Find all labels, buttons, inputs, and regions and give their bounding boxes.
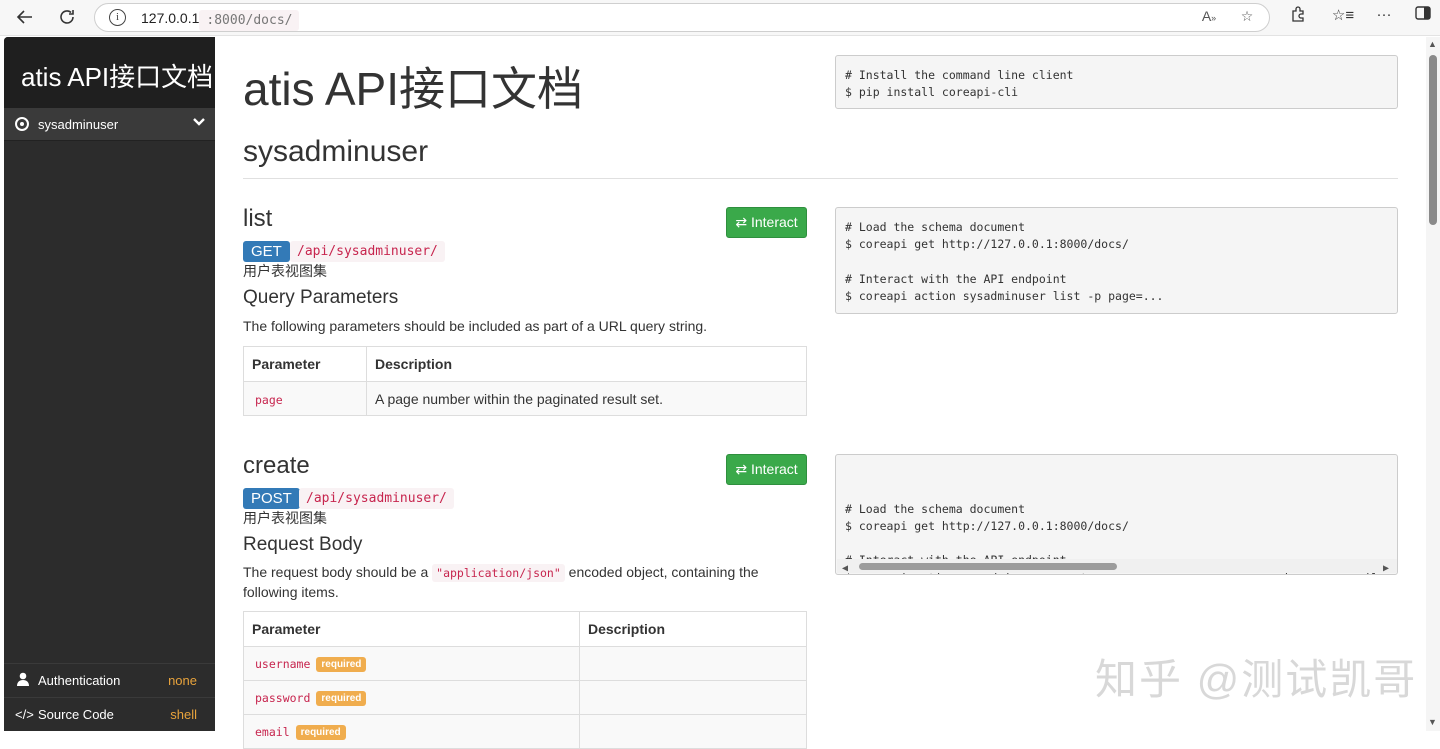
vertical-scrollbar[interactable]: ▲ ▼ <box>1426 37 1440 731</box>
query-parameters-text: The following parameters should be inclu… <box>243 318 708 334</box>
source-code-value: shell <box>170 706 197 722</box>
sidebar-source-code[interactable]: </> Source Code shell <box>4 697 215 730</box>
sidebar-item-sysadminuser[interactable]: sysadminuser <box>4 108 215 141</box>
sidebar-authentication[interactable]: Authentication none <box>4 663 215 696</box>
param-description <box>579 646 807 681</box>
table-header-description: Description <box>579 611 807 647</box>
horizontal-scrollbar[interactable]: ◀ ▶ <box>837 559 1397 574</box>
scroll-down-arrow-icon[interactable]: ▼ <box>1428 717 1437 727</box>
table-row: username required <box>243 646 807 681</box>
section-divider <box>243 178 1398 179</box>
param-name: page <box>255 392 283 407</box>
scroll-right-arrow-icon[interactable]: ▶ <box>1383 560 1389 574</box>
param-description <box>579 680 807 715</box>
param-description: A page number within the paginated resul… <box>366 381 807 416</box>
table-header-row: Parameter Description <box>243 611 807 647</box>
sidebar-toggle-icon[interactable] <box>1411 6 1435 28</box>
table-header-row: Parameter Description <box>243 346 807 382</box>
endpoint-path-create: /api/sysadminuser/ <box>299 488 454 509</box>
code-icon: </> <box>15 706 34 722</box>
target-circle-icon <box>15 117 29 131</box>
authentication-label: Authentication <box>38 672 121 688</box>
request-body-heading: Request Body <box>243 534 363 555</box>
sidebar-item-label: sysadminuser <box>38 116 119 132</box>
table-row: password required <box>243 680 807 715</box>
authentication-value: none <box>168 672 197 688</box>
content-type-code: "application/json" <box>432 564 565 582</box>
vertical-scroll-thumb[interactable] <box>1429 55 1437 225</box>
list-code-block: # Load the schema document $ coreapi get… <box>835 207 1398 314</box>
request-body-text-before: The request body should be a <box>243 564 433 580</box>
table-row: page A page number within the paginated … <box>243 381 807 416</box>
browser-toolbar: i 127.0.0.1:8000/docs/ A» ☆ ☆≡ ··· <box>0 0 1440 36</box>
required-badge: required <box>295 725 346 740</box>
extensions-icon[interactable] <box>1286 6 1310 28</box>
scroll-left-arrow-icon[interactable]: ◀ <box>842 560 848 574</box>
sidebar-brand[interactable]: atis API接口文档 <box>4 37 215 108</box>
address-bar[interactable]: i 127.0.0.1:8000/docs/ A» ☆ <box>94 3 1270 32</box>
favorite-star-icon[interactable]: ☆ <box>1236 8 1258 28</box>
read-aloud-icon[interactable]: A» <box>1198 8 1220 28</box>
watermark: 知乎 @测试凯哥 <box>1095 656 1418 703</box>
install-code-block: # Install the command line client $ pip … <box>835 55 1398 109</box>
page-title: atis API接口文档 <box>243 63 583 115</box>
method-badge-post: POST <box>243 488 300 509</box>
required-badge: required <box>316 657 367 672</box>
section-title: sysadminuser <box>243 135 429 168</box>
endpoint-description-create: 用户表视图集 <box>243 510 327 526</box>
query-parameters-heading: Query Parameters <box>243 287 399 308</box>
table-row: email required <box>243 714 807 749</box>
endpoint-title-list: list <box>243 205 273 232</box>
param-name: email <box>255 725 290 739</box>
table-header-parameter: Parameter <box>243 346 367 382</box>
url-path: :8000/docs/ <box>199 10 300 31</box>
request-body-text: The request body should be a "applicatio… <box>243 563 763 602</box>
back-arrow-icon[interactable] <box>12 5 38 29</box>
interact-button-list[interactable]: ⇄ Interact <box>726 207 807 238</box>
main-content: atis API接口文档 # Install the command line … <box>243 37 1399 749</box>
scroll-up-arrow-icon[interactable]: ▲ <box>1428 39 1437 49</box>
param-description <box>579 714 807 749</box>
request-body-table: Parameter Description username required p… <box>243 611 807 749</box>
horizontal-scroll-thumb[interactable] <box>859 563 1117 570</box>
site-info-icon[interactable]: i <box>109 9 126 26</box>
table-header-parameter: Parameter <box>243 611 580 647</box>
sidebar: atis API接口文档 sysadminuser Authentication… <box>4 37 215 731</box>
param-name: username <box>255 657 311 671</box>
more-menu-icon[interactable]: ··· <box>1372 6 1396 28</box>
interact-button-create[interactable]: ⇄ Interact <box>726 454 807 485</box>
chevron-down-icon[interactable] <box>193 116 205 130</box>
url-host: 127.0.0.1 <box>141 10 200 26</box>
endpoint-path-list: /api/sysadminuser/ <box>290 241 445 262</box>
endpoint-title-create: create <box>243 452 310 479</box>
refresh-icon[interactable] <box>54 5 80 29</box>
favorites-icon[interactable]: ☆≡ <box>1331 6 1355 28</box>
endpoint-description-list: 用户表视图集 <box>243 263 327 279</box>
required-badge: required <box>316 691 367 706</box>
user-icon <box>15 672 31 689</box>
source-code-label: Source Code <box>38 706 114 722</box>
method-badge-get: GET <box>243 241 290 262</box>
create-code-block: # Load the schema document $ coreapi get… <box>835 454 1398 575</box>
param-name: password <box>255 691 311 705</box>
table-header-description: Description <box>366 346 807 382</box>
url-text: 127.0.0.1:8000/docs/ <box>141 10 300 31</box>
query-parameters-table: Parameter Description page A page number… <box>243 346 807 416</box>
